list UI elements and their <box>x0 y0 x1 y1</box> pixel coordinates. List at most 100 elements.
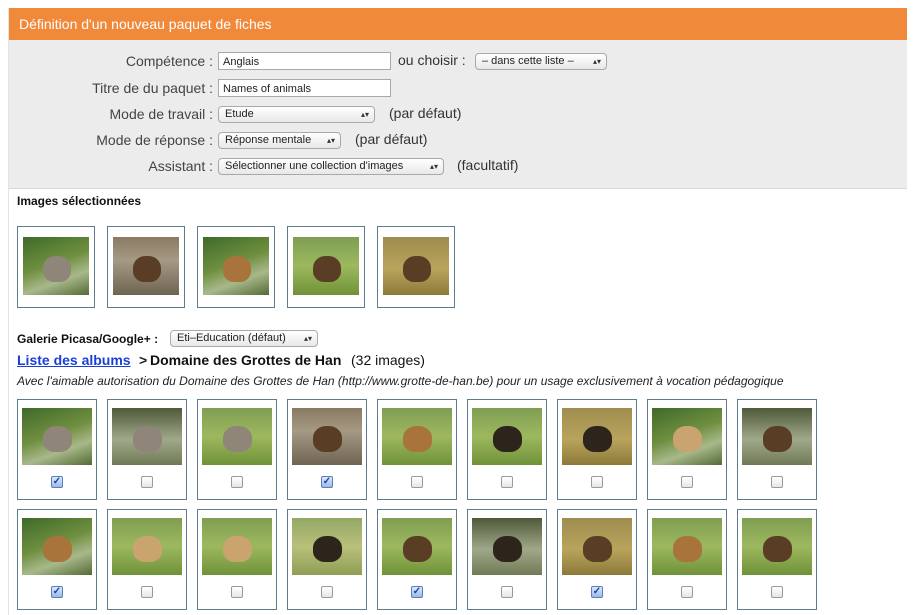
gallery-image-card[interactable] <box>467 399 547 500</box>
title-label: Titre de du paquet : <box>92 80 213 96</box>
chevron-updown-icon: ▴▾ <box>360 110 369 119</box>
competence-select[interactable]: – dans cette liste – ▴▾ <box>475 53 607 70</box>
select-checkbox[interactable] <box>771 476 783 488</box>
answer-mode-note: (par défaut) <box>355 131 428 147</box>
animal-silhouette <box>673 426 703 453</box>
gallery-label: Galerie Picasa/Google+ : <box>17 332 159 346</box>
select-checkbox[interactable] <box>681 476 693 488</box>
gallery-image-card[interactable] <box>377 399 457 500</box>
animal-silhouette <box>402 255 431 283</box>
gallery-image-card[interactable] <box>647 399 727 500</box>
gallery-image <box>112 518 182 575</box>
assistant-note: (facultatif) <box>457 157 519 173</box>
select-checkbox[interactable] <box>321 586 333 598</box>
select-checkbox[interactable]: ✓ <box>51 476 63 488</box>
gallery-image <box>652 408 722 465</box>
gallery-image-card[interactable] <box>737 399 817 500</box>
assistant-value: Sélectionner une collection d'images <box>225 160 404 172</box>
animal-silhouette <box>313 536 343 563</box>
select-checkbox[interactable] <box>501 586 513 598</box>
page-title: Définition d'un nouveau paquet de fiches <box>9 8 907 40</box>
selected-thumbnail-wildcat[interactable] <box>197 226 275 308</box>
animal-silhouette <box>312 255 341 283</box>
selected-thumbnail-bear[interactable] <box>107 226 185 308</box>
animal-silhouette <box>223 426 253 453</box>
select-checkbox[interactable] <box>411 476 423 488</box>
animal-silhouette <box>583 426 613 453</box>
gallery-image <box>562 408 632 465</box>
select-checkbox[interactable] <box>591 476 603 488</box>
select-checkbox[interactable] <box>231 476 243 488</box>
gallery-image <box>202 518 272 575</box>
animal-silhouette <box>673 536 703 563</box>
gallery-image-card[interactable] <box>467 509 547 610</box>
chevron-updown-icon: ▴▾ <box>429 162 438 171</box>
gallery-image-card[interactable]: ✓ <box>377 509 457 610</box>
albums-link[interactable]: Liste des albums <box>17 352 131 368</box>
gallery-image <box>292 518 362 575</box>
gallery-image-card[interactable] <box>197 399 277 500</box>
animal-silhouette <box>583 536 613 563</box>
select-checkbox[interactable] <box>141 586 153 598</box>
gallery-image <box>22 518 92 575</box>
gallery-image <box>22 408 92 465</box>
animal-silhouette <box>43 426 73 453</box>
gallery-image-card[interactable] <box>287 509 367 610</box>
gallery-image-card[interactable]: ✓ <box>287 399 367 500</box>
select-checkbox[interactable] <box>141 476 153 488</box>
gallery-image <box>382 408 452 465</box>
gallery-image-card[interactable]: ✓ <box>17 399 97 500</box>
work-mode-label: Mode de travail : <box>109 106 214 122</box>
gallery-image <box>292 408 362 465</box>
gallery-image <box>562 518 632 575</box>
gallery-image-card[interactable]: ✓ <box>557 509 637 610</box>
gallery-select[interactable]: Eti–Education (défaut) ▴▾ <box>170 330 318 347</box>
gallery-image <box>472 518 542 575</box>
competence-input[interactable]: Anglais <box>218 52 391 70</box>
gallery-image-card[interactable] <box>647 509 727 610</box>
main-panel: Définition d'un nouveau paquet de fiches… <box>8 8 907 615</box>
gallery-image <box>742 408 812 465</box>
animal-silhouette <box>313 426 343 453</box>
select-checkbox[interactable] <box>771 586 783 598</box>
selected-thumbnail-wolf[interactable] <box>17 226 95 308</box>
gallery-image-card[interactable] <box>557 399 637 500</box>
select-checkbox[interactable] <box>681 586 693 598</box>
gallery-image-card[interactable]: ✓ <box>17 509 97 610</box>
select-checkbox[interactable] <box>501 476 513 488</box>
animal-silhouette <box>763 536 793 563</box>
animal-silhouette <box>43 536 73 563</box>
answer-mode-value: Réponse mentale <box>225 134 312 146</box>
competence-select-value: – dans cette liste – <box>482 55 574 67</box>
animal-silhouette <box>222 255 251 283</box>
select-checkbox[interactable]: ✓ <box>591 586 603 598</box>
gallery-image <box>382 518 452 575</box>
chevron-updown-icon: ▴▾ <box>592 57 601 66</box>
select-checkbox[interactable] <box>231 586 243 598</box>
selected-thumbnail-bison[interactable] <box>287 226 365 308</box>
animal-silhouette <box>403 426 433 453</box>
gallery-image <box>112 408 182 465</box>
select-checkbox[interactable]: ✓ <box>51 586 63 598</box>
work-mode-note: (par défaut) <box>389 105 462 121</box>
chevron-updown-icon: ▴▾ <box>303 334 312 343</box>
select-checkbox[interactable]: ✓ <box>411 586 423 598</box>
gallery-image-card[interactable] <box>197 509 277 610</box>
answer-mode-label: Mode de réponse : <box>96 132 213 148</box>
gallery-image-card[interactable] <box>107 399 187 500</box>
form-section: Compétence : Anglais ou choisir : – dans… <box>9 40 907 189</box>
animal-silhouette <box>763 426 793 453</box>
answer-mode-select[interactable]: Réponse mentale ▴▾ <box>218 132 341 149</box>
assistant-select[interactable]: Sélectionner une collection d'images ▴▾ <box>218 158 444 175</box>
selected-thumbnail-deer[interactable] <box>377 226 455 308</box>
work-mode-value: Etude <box>225 108 254 120</box>
gallery-image-card[interactable] <box>107 509 187 610</box>
select-checkbox[interactable]: ✓ <box>321 476 333 488</box>
breadcrumb-separator: > <box>139 352 148 368</box>
thumbnail-image <box>113 237 179 295</box>
title-input[interactable]: Names of animals <box>218 79 391 97</box>
thumbnail-image <box>383 237 449 295</box>
thumbnail-image <box>203 237 269 295</box>
work-mode-select[interactable]: Etude ▴▾ <box>218 106 375 123</box>
gallery-image-card[interactable] <box>737 509 817 610</box>
